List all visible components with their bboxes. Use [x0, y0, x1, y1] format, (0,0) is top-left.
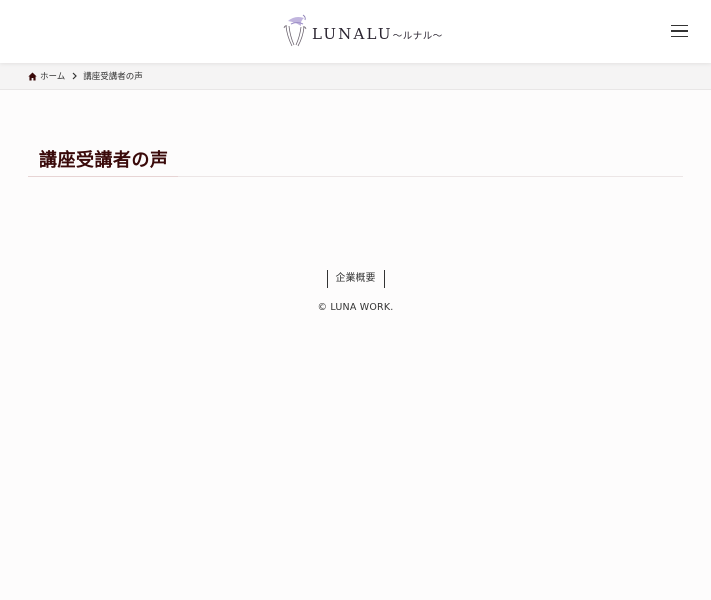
breadcrumb-home-link[interactable]: ホーム — [28, 70, 65, 82]
breadcrumb: ホーム 講座受講者の声 — [28, 70, 143, 82]
hamburger-menu-icon-line — [670, 24, 688, 27]
footer-nav: 企業概要 — [0, 270, 711, 288]
breadcrumb-bar: ホーム 講座受講者の声 — [0, 63, 711, 90]
logo-text: LUNALU — [312, 25, 393, 43]
home-icon — [28, 72, 37, 80]
hamburger-menu-icon-line — [670, 30, 688, 32]
title-divider-accent — [28, 176, 178, 177]
breadcrumb-current: 講座受講者の声 — [83, 72, 143, 82]
site-header: LUNALU 〜ルナル〜 — [0, 0, 711, 63]
site-logo[interactable]: LUNALU 〜ルナル〜 — [280, 11, 443, 51]
page-title: 講座受講者の声 — [39, 150, 169, 171]
footer-link-company-overview[interactable]: 企業概要 — [326, 270, 385, 288]
breadcrumb-home-label: ホーム — [40, 72, 66, 82]
logo-subtext: 〜ルナル〜 — [392, 31, 443, 42]
hamburger-menu-button[interactable] — [666, 20, 692, 42]
copyright: © LUNA WORK. — [317, 302, 394, 313]
chevron-right-icon — [72, 72, 78, 80]
crescent-moon-hands-icon — [283, 14, 307, 47]
hamburger-menu-icon-line — [670, 35, 688, 38]
